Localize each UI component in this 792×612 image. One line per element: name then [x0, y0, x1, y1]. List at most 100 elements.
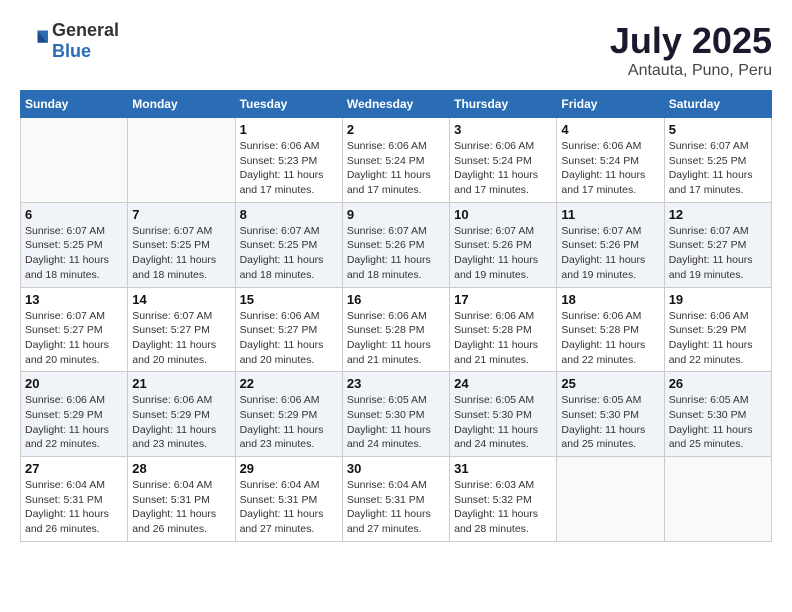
day-number: 14	[132, 292, 230, 307]
day-number: 17	[454, 292, 552, 307]
day-info: Sunrise: 6:05 AMSunset: 5:30 PMDaylight:…	[561, 393, 659, 452]
day-info: Sunrise: 6:07 AMSunset: 5:26 PMDaylight:…	[347, 224, 445, 283]
calendar-day-cell: 9 Sunrise: 6:07 AMSunset: 5:26 PMDaylight…	[342, 202, 449, 287]
month-year-title: July 2025	[610, 20, 772, 62]
calendar-day-cell: 7Sunrise: 6:07 AMSunset: 5:25 PMDaylight…	[128, 202, 235, 287]
day-info: Sunrise: 6:05 AMSunset: 5:30 PMDaylight:…	[454, 393, 552, 452]
day-info: Sunrise: 6:06 AMSunset: 5:29 PMDaylight:…	[240, 393, 338, 452]
day-info: Sunrise: 6:06 AMSunset: 5:29 PMDaylight:…	[132, 393, 230, 452]
calendar-day-cell: 3Sunrise: 6:06 AMSunset: 5:24 PMDaylight…	[450, 118, 557, 203]
calendar-week-row: 6 Sunrise: 6:07 AMSunset: 5:25 PMDaylight…	[21, 202, 772, 287]
calendar-day-cell: 14 Sunrise: 6:07 AMSunset: 5:27 PMDayligh…	[128, 287, 235, 372]
logo-general: General	[52, 20, 119, 40]
day-info: Sunrise: 6:06 AMSunset: 5:29 PMDaylight:…	[669, 309, 767, 368]
calendar-day-cell: 22 Sunrise: 6:06 AMSunset: 5:29 PMDayligh…	[235, 372, 342, 457]
calendar-day-cell: 5 Sunrise: 6:07 AMSunset: 5:25 PMDaylight…	[664, 118, 771, 203]
calendar-day-cell: 18 Sunrise: 6:06 AMSunset: 5:28 PMDayligh…	[557, 287, 664, 372]
day-number: 10	[454, 207, 552, 222]
location-subtitle: Antauta, Puno, Peru	[610, 62, 772, 80]
calendar-day-cell: 15 Sunrise: 6:06 AMSunset: 5:27 PMDayligh…	[235, 287, 342, 372]
calendar-day-cell: 10Sunrise: 6:07 AMSunset: 5:26 PMDayligh…	[450, 202, 557, 287]
calendar-day-cell: 13 Sunrise: 6:07 AMSunset: 5:27 PMDayligh…	[21, 287, 128, 372]
calendar-day-cell: 6 Sunrise: 6:07 AMSunset: 5:25 PMDaylight…	[21, 202, 128, 287]
calendar-day-cell: 29Sunrise: 6:04 AMSunset: 5:31 PMDayligh…	[235, 457, 342, 542]
day-number: 18	[561, 292, 659, 307]
logo-icon	[20, 27, 48, 55]
day-info: Sunrise: 6:07 AMSunset: 5:25 PMDaylight:…	[25, 224, 123, 283]
weekday-header-sunday: Sunday	[21, 91, 128, 118]
day-info: Sunrise: 6:06 AMSunset: 5:24 PMDaylight:…	[454, 139, 552, 198]
calendar-week-row: 27Sunrise: 6:04 AMSunset: 5:31 PMDayligh…	[21, 457, 772, 542]
day-info: Sunrise: 6:06 AMSunset: 5:28 PMDaylight:…	[454, 309, 552, 368]
calendar-day-cell: 12 Sunrise: 6:07 AMSunset: 5:27 PMDayligh…	[664, 202, 771, 287]
day-info: Sunrise: 6:04 AMSunset: 5:31 PMDaylight:…	[132, 478, 230, 537]
day-info: Sunrise: 6:06 AMSunset: 5:27 PMDaylight:…	[240, 309, 338, 368]
calendar-day-cell: 25 Sunrise: 6:05 AMSunset: 5:30 PMDayligh…	[557, 372, 664, 457]
calendar-day-cell: 24 Sunrise: 6:05 AMSunset: 5:30 PMDayligh…	[450, 372, 557, 457]
day-info: Sunrise: 6:05 AMSunset: 5:30 PMDaylight:…	[669, 393, 767, 452]
page-header: General Blue July 2025 Antauta, Puno, Pe…	[20, 20, 772, 80]
weekday-header-thursday: Thursday	[450, 91, 557, 118]
calendar-day-cell	[664, 457, 771, 542]
day-number: 7	[132, 207, 230, 222]
day-number: 28	[132, 461, 230, 476]
calendar-day-cell: 27Sunrise: 6:04 AMSunset: 5:31 PMDayligh…	[21, 457, 128, 542]
day-info: Sunrise: 6:04 AMSunset: 5:31 PMDaylight:…	[240, 478, 338, 537]
weekday-header-friday: Friday	[557, 91, 664, 118]
calendar-day-cell: 28 Sunrise: 6:04 AMSunset: 5:31 PMDayligh…	[128, 457, 235, 542]
day-number: 1	[240, 122, 338, 137]
day-number: 12	[669, 207, 767, 222]
day-info: Sunrise: 6:07 AMSunset: 5:26 PMDaylight:…	[561, 224, 659, 283]
day-info: Sunrise: 6:06 AMSunset: 5:23 PMDaylight:…	[240, 139, 338, 198]
day-info: Sunrise: 6:06 AMSunset: 5:29 PMDaylight:…	[25, 393, 123, 452]
calendar-day-cell: 26Sunrise: 6:05 AMSunset: 5:30 PMDayligh…	[664, 372, 771, 457]
calendar-table: SundayMondayTuesdayWednesdayThursdayFrid…	[20, 90, 772, 542]
day-number: 11	[561, 207, 659, 222]
day-number: 16	[347, 292, 445, 307]
day-info: Sunrise: 6:06 AMSunset: 5:28 PMDaylight:…	[561, 309, 659, 368]
calendar-day-cell: 23Sunrise: 6:05 AMSunset: 5:30 PMDayligh…	[342, 372, 449, 457]
calendar-day-cell: 4Sunrise: 6:06 AMSunset: 5:24 PMDaylight…	[557, 118, 664, 203]
title-area: July 2025 Antauta, Puno, Peru	[610, 20, 772, 80]
weekday-header-tuesday: Tuesday	[235, 91, 342, 118]
calendar-day-cell: 17 Sunrise: 6:06 AMSunset: 5:28 PMDayligh…	[450, 287, 557, 372]
day-number: 31	[454, 461, 552, 476]
day-number: 24	[454, 376, 552, 391]
day-number: 2	[347, 122, 445, 137]
calendar-day-cell: 31 Sunrise: 6:03 AMSunset: 5:32 PMDayligh…	[450, 457, 557, 542]
day-number: 4	[561, 122, 659, 137]
day-number: 8	[240, 207, 338, 222]
weekday-header-wednesday: Wednesday	[342, 91, 449, 118]
day-info: Sunrise: 6:03 AMSunset: 5:32 PMDaylight:…	[454, 478, 552, 537]
day-number: 20	[25, 376, 123, 391]
day-info: Sunrise: 6:05 AMSunset: 5:30 PMDaylight:…	[347, 393, 445, 452]
weekday-header-saturday: Saturday	[664, 91, 771, 118]
day-info: Sunrise: 6:07 AMSunset: 5:27 PMDaylight:…	[132, 309, 230, 368]
logo: General Blue	[20, 20, 119, 62]
logo-blue: Blue	[52, 41, 91, 61]
day-info: Sunrise: 6:06 AMSunset: 5:28 PMDaylight:…	[347, 309, 445, 368]
calendar-day-cell: 19 Sunrise: 6:06 AMSunset: 5:29 PMDayligh…	[664, 287, 771, 372]
day-number: 19	[669, 292, 767, 307]
calendar-day-cell: 21 Sunrise: 6:06 AMSunset: 5:29 PMDayligh…	[128, 372, 235, 457]
day-number: 15	[240, 292, 338, 307]
day-number: 21	[132, 376, 230, 391]
calendar-day-cell	[128, 118, 235, 203]
calendar-day-cell: 11 Sunrise: 6:07 AMSunset: 5:26 PMDayligh…	[557, 202, 664, 287]
day-number: 9	[347, 207, 445, 222]
day-info: Sunrise: 6:07 AMSunset: 5:27 PMDaylight:…	[669, 224, 767, 283]
day-info: Sunrise: 6:07 AMSunset: 5:25 PMDaylight:…	[669, 139, 767, 198]
day-number: 25	[561, 376, 659, 391]
day-number: 22	[240, 376, 338, 391]
day-number: 6	[25, 207, 123, 222]
day-info: Sunrise: 6:07 AMSunset: 5:25 PMDaylight:…	[240, 224, 338, 283]
day-info: Sunrise: 6:07 AMSunset: 5:27 PMDaylight:…	[25, 309, 123, 368]
calendar-day-cell: 20 Sunrise: 6:06 AMSunset: 5:29 PMDayligh…	[21, 372, 128, 457]
day-number: 5	[669, 122, 767, 137]
calendar-week-row: 20 Sunrise: 6:06 AMSunset: 5:29 PMDayligh…	[21, 372, 772, 457]
day-number: 13	[25, 292, 123, 307]
calendar-day-cell: 1 Sunrise: 6:06 AMSunset: 5:23 PMDaylight…	[235, 118, 342, 203]
day-info: Sunrise: 6:04 AMSunset: 5:31 PMDaylight:…	[25, 478, 123, 537]
day-number: 30	[347, 461, 445, 476]
day-info: Sunrise: 6:04 AMSunset: 5:31 PMDaylight:…	[347, 478, 445, 537]
